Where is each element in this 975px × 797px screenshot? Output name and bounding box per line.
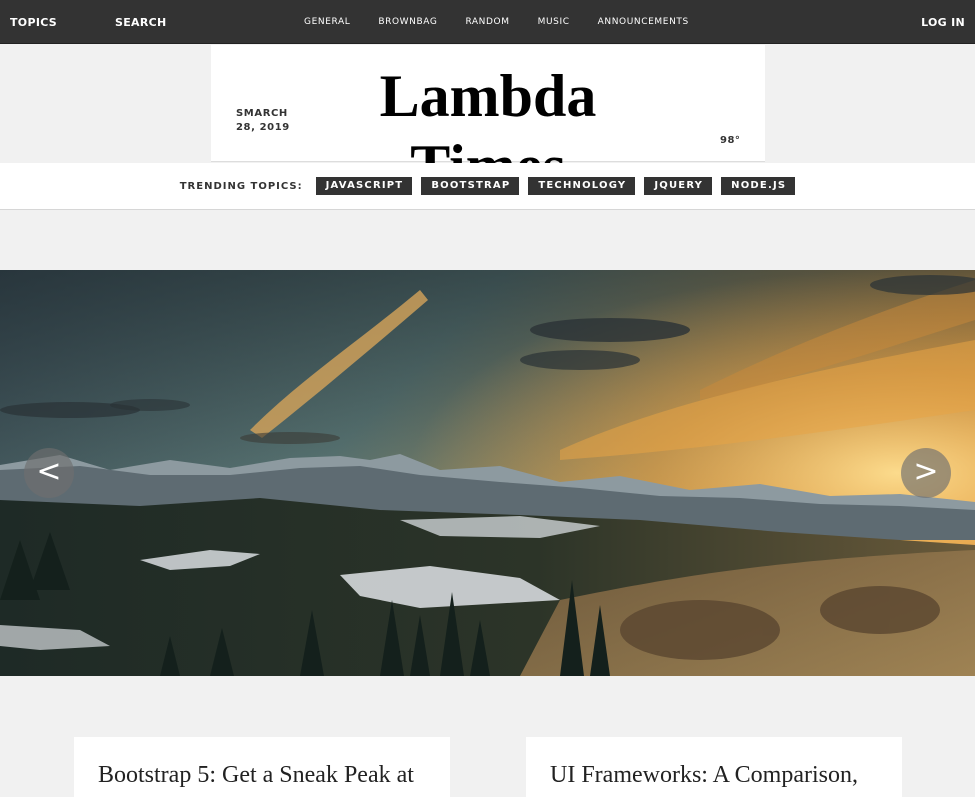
top-bar-right: LOG IN (921, 0, 965, 44)
temperature-readout: 98° (720, 135, 741, 146)
nav-link-announcements[interactable]: ANNOUNCEMENTS (598, 17, 689, 27)
top-bar-left: TOPICS SEARCH (10, 0, 225, 44)
article-card[interactable]: UI Frameworks: A Comparison, (526, 737, 902, 797)
article-card[interactable]: Bootstrap 5: Get a Sneak Peak at (74, 737, 450, 797)
nav-link-general[interactable]: GENERAL (304, 17, 350, 27)
nav-link-brownbag[interactable]: BROWNBAG (378, 17, 437, 27)
topics-menu-button[interactable]: TOPICS (10, 16, 57, 29)
search-button[interactable]: SEARCH (115, 16, 167, 29)
carousel-next-button[interactable]: > (901, 448, 951, 498)
top-bar: TOPICS SEARCH GENERAL BROWNBAG RANDOM MU… (0, 0, 975, 44)
trending-topics-bar: TRENDING TOPICS: JAVASCRIPT BOOTSTRAP TE… (0, 163, 975, 210)
main-nav: GENERAL BROWNBAG RANDOM MUSIC ANNOUNCEME… (304, 0, 717, 44)
nav-link-random[interactable]: RANDOM (465, 17, 509, 27)
tag-bootstrap[interactable]: BOOTSTRAP (421, 177, 520, 195)
carousel-prev-button[interactable]: < (24, 448, 74, 498)
tag-technology[interactable]: TECHNOLOGY (528, 177, 636, 195)
tag-jquery[interactable]: JQUERY (644, 177, 713, 195)
tag-javascript[interactable]: JAVASCRIPT (315, 177, 413, 195)
image-carousel: < > (0, 270, 975, 676)
login-button[interactable]: LOG IN (921, 16, 965, 29)
masthead: SMARCH 28, 2019 Lambda Times 98° (211, 45, 765, 199)
trending-label: TRENDING TOPICS: (179, 180, 303, 192)
masthead-date: SMARCH 28, 2019 (236, 108, 290, 133)
tag-nodejs[interactable]: NODE.JS (721, 177, 796, 195)
nav-link-music[interactable]: MUSIC (538, 17, 570, 27)
carousel-image (0, 270, 975, 676)
